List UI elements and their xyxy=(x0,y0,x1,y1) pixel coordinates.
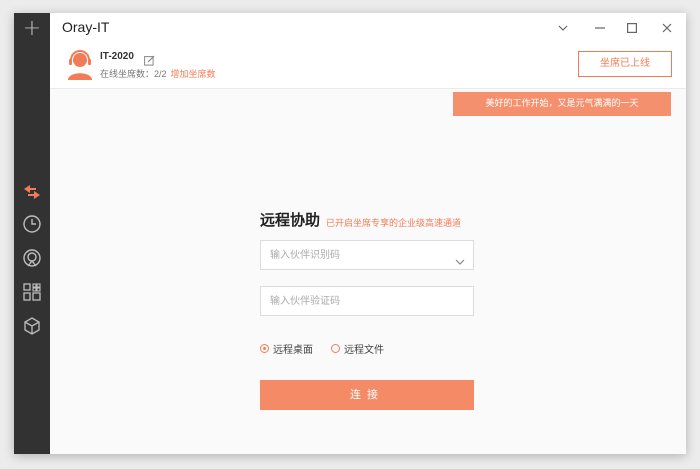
online-seats-label: 在线坐席数： xyxy=(100,70,155,80)
connect-button[interactable]: 连接 xyxy=(260,380,474,410)
app-title: Oray-IT xyxy=(62,19,110,35)
apps-grid-icon[interactable] xyxy=(19,279,45,305)
radio-unchecked-icon[interactable] xyxy=(331,344,340,353)
page-title: 远程协助 xyxy=(260,211,321,229)
partner-id-field[interactable] xyxy=(260,240,474,270)
app-window: + Oray-IT IT-2020 在线坐席数：2/2 增加坐席数 坐席已上线 … xyxy=(14,13,686,454)
remote-assist-panel: 远程协助 已开启坐席专享的企业级高速通道 远程桌面 远程文件 xyxy=(50,88,686,454)
remote-arrows-icon[interactable] xyxy=(19,179,45,205)
minimize-icon[interactable] xyxy=(589,18,611,38)
partner-id-input[interactable] xyxy=(270,241,450,269)
signal-icon[interactable] xyxy=(19,245,45,271)
online-seats: 在线坐席数：2/2 增加坐席数 xyxy=(100,67,216,80)
online-seats-value: 2/2 xyxy=(154,69,167,79)
close-icon[interactable] xyxy=(656,18,678,38)
add-seat-link[interactable]: 增加坐席数 xyxy=(171,70,216,80)
mode-radio-group: 远程桌面 远程文件 xyxy=(260,341,402,356)
title-bar: Oray-IT xyxy=(50,13,686,43)
radio-remote-file[interactable]: 远程文件 xyxy=(331,341,384,356)
radio-label: 远程文件 xyxy=(344,345,384,356)
seat-name: IT-2020 xyxy=(100,51,134,62)
sidebar: + xyxy=(14,13,50,454)
maximize-icon[interactable] xyxy=(621,18,643,38)
radio-checked-icon[interactable] xyxy=(260,344,269,353)
chevron-down-icon[interactable] xyxy=(455,251,465,265)
radio-label: 远程桌面 xyxy=(273,345,313,356)
clock-icon[interactable] xyxy=(19,211,45,237)
radio-remote-desktop[interactable]: 远程桌面 xyxy=(260,341,313,356)
chevron-down-icon[interactable] xyxy=(552,18,574,38)
agent-avatar-icon xyxy=(66,49,94,81)
seat-header: IT-2020 在线坐席数：2/2 增加坐席数 坐席已上线 xyxy=(50,43,686,89)
partner-code-input[interactable] xyxy=(270,287,450,315)
main-area: Oray-IT IT-2020 在线坐席数：2/2 增加坐席数 坐席已上线 美好… xyxy=(50,13,686,454)
page-subtitle: 已开启坐席专享的企业级高速通道 xyxy=(326,219,462,229)
plus-icon[interactable]: + xyxy=(14,17,50,41)
cube-icon[interactable] xyxy=(19,313,45,339)
seat-online-button[interactable]: 坐席已上线 xyxy=(578,51,672,77)
edit-icon[interactable] xyxy=(144,51,155,66)
partner-code-field[interactable] xyxy=(260,286,474,316)
